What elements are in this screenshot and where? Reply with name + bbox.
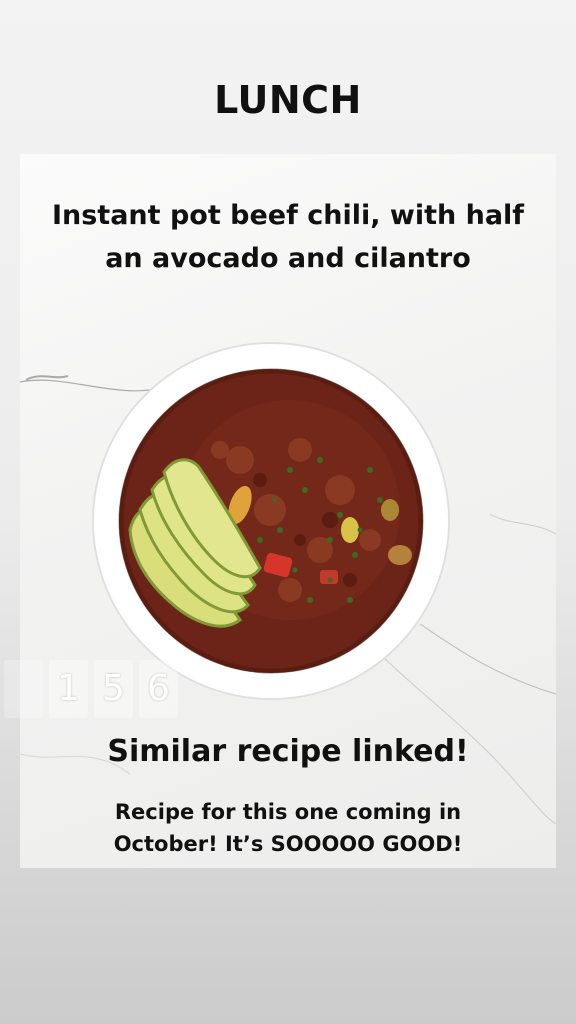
recipe-note-line-1: Recipe for this one coming in	[114, 800, 462, 824]
recipe-note: Recipe for this one coming in October! I…	[60, 796, 516, 860]
digit-counter: 1 5 6	[4, 660, 178, 718]
counter-digit: 5	[94, 660, 133, 718]
card-title-line-2: an avocado and cilantro	[105, 243, 471, 274]
recipe-note-line-2: October! It’s SOOOOO GOOD!	[113, 832, 463, 856]
counter-digit: 1	[49, 660, 88, 718]
story-card: Instant pot beef chili, with half an avo…	[20, 154, 556, 868]
counter-digit: 6	[139, 660, 178, 718]
card-title: Instant pot beef chili, with half an avo…	[30, 194, 546, 280]
chili-bowl-image	[92, 342, 450, 700]
counter-digit	[4, 660, 43, 718]
similar-recipe-text: Similar recipe linked!	[107, 734, 469, 769]
story-heading: LUNCH	[214, 78, 362, 122]
card-title-line-1: Instant pot beef chili, with half	[51, 200, 525, 231]
